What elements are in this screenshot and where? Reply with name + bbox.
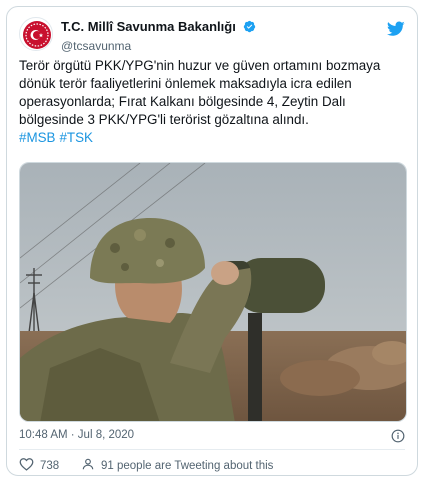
- tweet-meta: 10:48 AM · Jul 8, 2020: [19, 429, 405, 445]
- tweet-photo[interactable]: [19, 162, 407, 422]
- tweet-line: bölgesinde 3 PKK/YPG'li terörist gözaltı…: [19, 112, 309, 127]
- tweet-line: dönük terör faaliyetlerini önlemek maksa…: [19, 76, 352, 91]
- tweet-text: Terör örgütü PKK/YPG'nin huzur ve güven …: [19, 57, 409, 147]
- like-button[interactable]: 738: [19, 457, 59, 474]
- tweeting-about-link[interactable]: 91 people are Tweeting about this: [81, 457, 273, 474]
- divider: [19, 449, 405, 450]
- verified-badge-icon: [243, 20, 256, 38]
- info-icon[interactable]: [391, 429, 405, 446]
- timestamp[interactable]: 10:48 AM · Jul 8, 2020: [19, 429, 134, 441]
- handle[interactable]: @tcsavunma: [61, 38, 256, 54]
- person-icon: [81, 457, 95, 474]
- hashtags: #MSB #TSK: [19, 129, 409, 147]
- like-count: 738: [40, 459, 60, 472]
- soldier-with-binoculars-image: [20, 163, 406, 421]
- display-name[interactable]: T.C. Millî Savunma Bakanlığı: [61, 19, 236, 34]
- avatar[interactable]: [19, 17, 53, 51]
- tweet-header: T.C. Millî Savunma Bakanlığı @tcsavunma: [19, 15, 405, 55]
- msb-emblem-icon: [23, 21, 51, 49]
- tweeting-about-text: 91 people are Tweeting about this: [101, 459, 274, 472]
- hashtag-msb[interactable]: #MSB: [19, 130, 55, 145]
- twitter-bird-icon[interactable]: [386, 21, 405, 42]
- tweet-card: T.C. Millî Savunma Bakanlığı @tcsavunma …: [6, 6, 418, 476]
- heart-icon: [19, 457, 34, 474]
- tweet-line: Terör örgütü PKK/YPG'nin huzur ve güven …: [19, 58, 381, 73]
- tweet-line: operasyonlarda; Fırat Kalkanı bölgesinde…: [19, 94, 346, 109]
- hashtag-tsk[interactable]: #TSK: [59, 130, 93, 145]
- tweet-actions: 738 91 people are Tweeting about this: [19, 457, 405, 475]
